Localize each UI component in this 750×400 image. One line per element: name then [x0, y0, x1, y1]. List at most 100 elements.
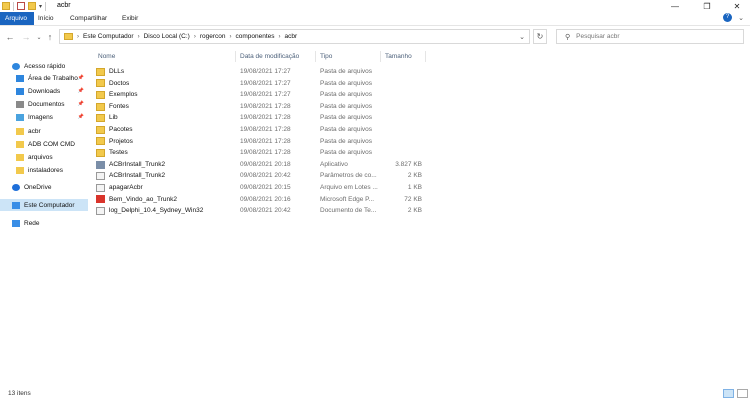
maximize-button[interactable]: ❐	[692, 0, 722, 12]
chevron-down-icon[interactable]: ⌄	[519, 33, 525, 41]
search-box[interactable]: ⚲	[556, 29, 744, 44]
column-divider[interactable]	[425, 51, 426, 62]
column-divider[interactable]	[380, 51, 381, 62]
file-type: Arquivo em Lotes ...	[320, 184, 378, 191]
properties-icon[interactable]	[17, 2, 25, 10]
file-size	[382, 124, 422, 136]
file-row[interactable]: log_Delphi_10.4_Sydney_Win32 09/08/2021 2…	[96, 205, 436, 217]
file-name: Testes	[109, 149, 128, 157]
chevron-down-icon[interactable]: ⌄	[738, 14, 744, 22]
column-header-type[interactable]: Tipo	[320, 51, 332, 62]
chevron-right-icon[interactable]: ›	[77, 34, 79, 40]
file-row[interactable]: Testes 19/08/2021 17:28 Pasta de arquivos	[96, 147, 436, 159]
back-button[interactable]: ←	[4, 30, 16, 44]
tab-inicio[interactable]: Início	[33, 12, 59, 25]
file-name: log_Delphi_10.4_Sydney_Win32	[109, 207, 204, 215]
minimize-button[interactable]: —	[660, 0, 690, 12]
sidebar-item[interactable]: Downloads 📌	[0, 85, 88, 97]
file-type: Microsoft Edge P...	[320, 195, 375, 203]
file-size: 3.827 KB	[395, 160, 422, 168]
document-icon	[16, 100, 24, 108]
file-date: 19/08/2021 17:28	[240, 102, 291, 110]
new-folder-icon[interactable]	[28, 2, 36, 10]
folder-icon	[2, 2, 10, 10]
file-size	[382, 89, 422, 101]
breadcrumb-acbr[interactable]: acbr	[285, 33, 298, 40]
folder-icon	[16, 127, 24, 135]
file-date: 19/08/2021 17:28	[240, 126, 291, 133]
pin-icon: 📌	[77, 75, 84, 81]
file-date: 09/08/2021 20:16	[240, 195, 291, 203]
file-name-cell: log_Delphi_10.4_Sydney_Win32	[96, 205, 236, 217]
search-input[interactable]	[574, 32, 739, 41]
column-header-name[interactable]: Nome	[98, 51, 115, 62]
sidebar-item[interactable]: Imagens 📌	[0, 111, 88, 123]
address-bar[interactable]: › Este Computador › Disco Local (C:) › r…	[59, 29, 530, 44]
pin-icon: 📌	[77, 114, 84, 120]
tab-exibir[interactable]: Exibir	[117, 12, 143, 25]
file-name-cell: DLLs	[96, 66, 236, 78]
file-name: Projetos	[109, 137, 133, 145]
tab-compartilhar[interactable]: Compartilhar	[65, 12, 112, 25]
divider	[13, 1, 14, 11]
column-header-size[interactable]: Tamanho	[385, 51, 412, 62]
sidebar-item[interactable]: arquivos	[0, 151, 88, 163]
chevron-right-icon[interactable]: ›	[194, 34, 196, 40]
sidebar-item-label: Imagens	[28, 113, 53, 121]
file-row[interactable]: Bem_Vindo_ao_Trunk2 09/08/2021 20:16 Micro…	[96, 194, 436, 206]
breadcrumb-rogercon[interactable]: rogercon	[200, 33, 226, 40]
sidebar-item[interactable]: ADB COM CMD	[0, 138, 88, 150]
folder-icon	[64, 33, 73, 40]
file-row[interactable]: Lib 19/08/2021 17:28 Pasta de arquivos	[96, 112, 436, 124]
file-row[interactable]: ACBrInstall_Trunk2 09/08/2021 20:42 Parâme…	[96, 170, 436, 182]
column-divider[interactable]	[315, 51, 316, 62]
file-type: Pasta de arquivos	[320, 102, 373, 110]
sidebar-item[interactable]: Documentos 📌	[0, 98, 88, 110]
file-date: 19/08/2021 17:27	[240, 79, 291, 87]
details-view-button[interactable]	[723, 389, 734, 398]
up-button[interactable]: ↑	[44, 30, 56, 44]
file-row[interactable]: Fontes 19/08/2021 17:28 Pasta de arquivos	[96, 101, 436, 113]
column-header-date[interactable]: Data de modificação	[240, 51, 299, 62]
tab-arquivo[interactable]: Arquivo	[0, 12, 34, 25]
file-name: apagarAcbr	[109, 184, 143, 191]
file-row[interactable]: apagarAcbr 09/08/2021 20:15 Arquivo em Lot…	[96, 182, 436, 194]
file-name: Lib	[109, 114, 118, 122]
file-type: Pasta de arquivos	[320, 91, 373, 99]
forward-button[interactable]: →	[20, 30, 32, 44]
sidebar-item-label: Área de Trabalho	[28, 74, 78, 82]
breadcrumb-este-computador[interactable]: Este Computador	[83, 33, 134, 40]
sidebar-item[interactable]: Acesso rápido	[0, 60, 88, 72]
sidebar-item[interactable]: OneDrive	[0, 181, 88, 193]
customize-toolbar-icon[interactable]: ▾	[39, 3, 42, 10]
file-row[interactable]: Exemplos 19/08/2021 17:27 Pasta de arquivo…	[96, 89, 436, 101]
folder-icon	[96, 79, 105, 88]
sidebar-item[interactable]: acbr	[0, 125, 88, 137]
breadcrumb-disco-local[interactable]: Disco Local (C:)	[144, 33, 190, 40]
file-row[interactable]: DLLs 19/08/2021 17:27 Pasta de arquivos	[96, 66, 436, 78]
file-row[interactable]: Pacotes 19/08/2021 17:28 Pasta de arquivos	[96, 124, 436, 136]
file-row[interactable]: ACBrInstall_Trunk2 09/08/2021 20:18 Aplica…	[96, 159, 436, 171]
file-size	[382, 66, 422, 78]
chevron-right-icon[interactable]: ›	[229, 34, 231, 40]
sidebar-item[interactable]: instaladores	[0, 164, 88, 176]
large-icons-view-button[interactable]	[737, 389, 748, 398]
chevron-right-icon[interactable]: ›	[138, 34, 140, 40]
close-button[interactable]: ✕	[722, 0, 750, 12]
column-divider[interactable]	[235, 51, 236, 62]
file-row[interactable]: Projetos 19/08/2021 17:28 Pasta de arquivo…	[96, 136, 436, 148]
file-name-cell: apagarAcbr	[96, 182, 236, 194]
sidebar-item[interactable]: Área de Trabalho 📌	[0, 72, 88, 84]
breadcrumb-componentes[interactable]: componentes	[235, 33, 274, 40]
file-name-cell: Exemplos	[96, 89, 236, 101]
chevron-right-icon[interactable]: ›	[279, 34, 281, 40]
help-icon[interactable]: ?	[723, 13, 732, 22]
file-row[interactable]: Doctos 19/08/2021 17:27 Pasta de arquivos	[96, 78, 436, 90]
sidebar-item-label: OneDrive	[24, 183, 52, 191]
sidebar-item[interactable]: Este Computador	[0, 199, 88, 211]
refresh-button[interactable]: ↻	[533, 29, 547, 44]
folder-icon	[96, 148, 105, 157]
chevron-down-icon: ⌄	[36, 34, 42, 41]
sidebar-item[interactable]: Rede	[0, 217, 88, 229]
column-headers: Nome Data de modificação Tipo Tamanho	[96, 51, 436, 62]
